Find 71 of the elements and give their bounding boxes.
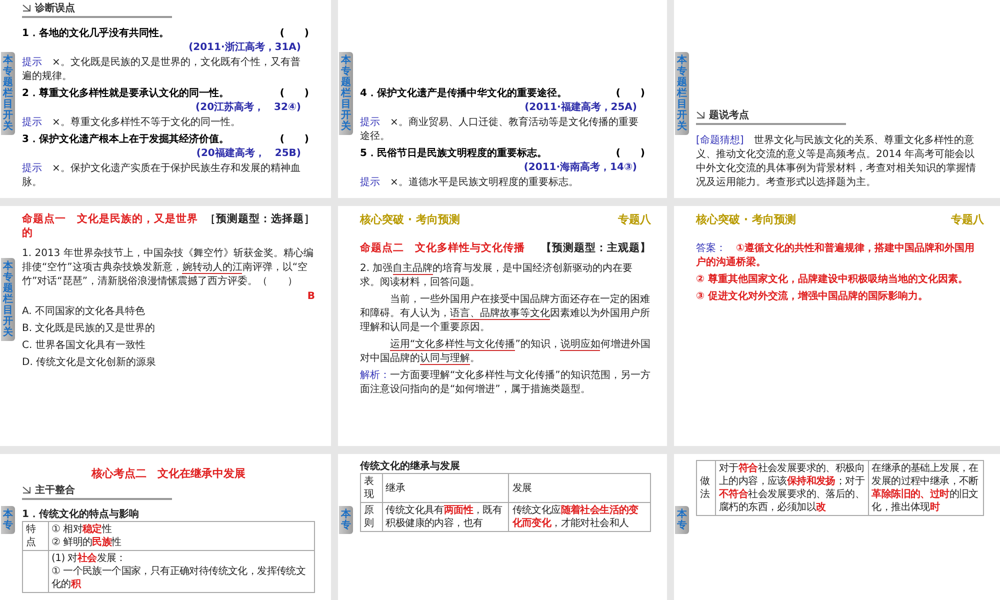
slide-card[interactable]: 本专题栏目开关 题说考点 [命题猜想] 世界文化与民族文化的关系、尊重文化多样性的意义、推动文化交流的意义等是高频考点。2014 年高考可能会以中外文化交流的具体事例为背景材料，考查对相关知识的掌握情况及运用能力。考查形式以选择题为主。 <box>674 0 1000 198</box>
table-cell: 做法 <box>696 460 716 516</box>
answer-option: C. 世界各国文化具有一致性 <box>22 337 315 354</box>
paragraph: 运用“文化多样性与文化传播”的知识，说明应如何增进外国对中国品牌的认同与理解。 <box>360 338 651 366</box>
table-cell <box>22 550 48 592</box>
topic-title: 命题点一 文化是民族的，又是世界的 <box>22 212 199 240</box>
question-text: 1．各地的文化几乎没有共同性。 <box>22 26 169 41</box>
slide-heading: 核心考点二 文化在继承中发展 <box>90 466 246 481</box>
table-cell: 对于符合社会发展要求的、积极向上的内容，应该保持和发扬；对于 不符合社会发展要求的、落后的、腐朽的东西，必须加以改 <box>716 460 868 516</box>
question-text: 4．保护文化遗产是传播中华文化的重要途径。 <box>360 86 567 101</box>
source-citation: (2011·福建高考，25A) <box>524 101 638 115</box>
slide-card[interactable] <box>338 206 667 446</box>
source-citation: (2011·海南高考，14③) <box>522 161 638 175</box>
slide-card[interactable]: 本专 做法 对于符合社会发展要求的、积极向上的内容，应该保持和发扬；对于 不符合社会发展要求的、落后的、腐朽的东西，必须加以改 在继承的基础上发展，在发展的过程中继承，不断 革除陈旧的、过时的旧文化，推出体现时 <box>674 454 1000 600</box>
source-citation: (20江苏高考， 32④) <box>194 101 302 115</box>
slide-card[interactable]: 本专 核心考点二 文化在继承中发展 主干整合 1．传统文化的特点与影响 特点 ① 相对稳定性 ② 鲜明的民族性 (1) 对社会发展： ① 一个民族一个国家，只有正确对待传统文化，发挥传统文化的积 <box>0 454 331 600</box>
slide-card[interactable]: 本专 传统文化的继承与发展 表现 继承 发展 原则 传统文化具有两面性，既有积极健康的内容，也有 传统文化应随着社会生活的变化而变化，才能对社会和人 <box>338 454 667 600</box>
table-cell: 发展 <box>508 474 650 502</box>
chapter-label: 专题八 <box>951 212 984 227</box>
answer-mark: B <box>306 291 315 303</box>
paragraph: [命题猜想] 世界文化与民族文化的关系、尊重文化多样性的意义、推动文化交流的意义等是高频考点。2014 年高考可能会以中外文化交流的具体事例为背景材料，考查对相关知识的掌握情况及运用能力。考查形式以选择题为主。 <box>696 134 977 190</box>
paragraph: 2. 加强自主品牌的培育与发展，是中国经济创新驱动的内在要求。阅读材料，回答问题。 <box>360 262 634 290</box>
corner-icon <box>22 4 31 12</box>
table-cell: 传统文化具有两面性，既有积极健康的内容，也有 <box>382 502 509 532</box>
topic-title: 命题点二 文化多样性与文化传播 <box>360 241 525 255</box>
section-title: 主干整合 <box>35 483 75 497</box>
paragraph: 1. 2013 年世界杂技节上，中国杂技《舞空竹》斩获金奖。精心编排使“空竹”这项古典杂技焕发新意，婉转动人的江南评弹，以“空竹”对话“琵琶”，清新脱俗浪漫情愫震撼了西方评委。（ ） <box>22 247 314 289</box>
answer-option: B. 文化既是民族的又是世界的 <box>22 320 315 337</box>
table-cell: 继承 <box>382 474 509 502</box>
table-title: 1．传统文化的特点与影响 <box>22 508 140 521</box>
corner-icon <box>22 486 31 494</box>
table-cell: 传统文化应随着社会生活的变化而变化，才能对社会和人 <box>508 502 650 532</box>
question-text: 5．民俗节日是民族文明程度的重要标志。 <box>360 146 547 161</box>
table-title: 传统文化的继承与发展 <box>360 460 461 473</box>
table-cell: 原则 <box>360 502 382 532</box>
paragraph: 提示 ×。商业贸易、人口迁徙、教育活动等是文化传播的重要途径。 <box>360 116 640 144</box>
question-text: 2．尊重文化多样性就是要承认文化的同一性。 <box>22 86 229 101</box>
paragraph: ② 尊重其他国家文化，品牌建设中积极吸纳当地的文化因素。 <box>696 273 969 287</box>
answer-brackets: ( ) <box>280 133 309 147</box>
question-type: ［预测题型：选择题］ <box>205 212 315 227</box>
source-citation: (2011·浙江高考，31A) <box>188 41 302 55</box>
answer-option: A. 不同国家的文化各具特色 <box>22 303 315 320</box>
paragraph: 答案： ①遵循文化的共性和普遍规律，搭建中国品牌和外国用户的沟通桥梁。 <box>696 242 976 270</box>
table-cell: 在继承的基础上发展，在发展的过程中继承，不断 革除陈旧的、过时的旧文化，推出体现时 <box>868 460 984 516</box>
question-type: 【预测题型：主观题】 <box>541 241 651 255</box>
section-title: 题说考点 <box>709 108 749 122</box>
slide-header-title: 核心突破 · 考向预测 <box>696 212 796 227</box>
paragraph: 解析：一方面要理解“文化多样性与文化传播”的知识范围，另一方面注意设问指向的是“如何增进”，属于措施类题型。 <box>360 369 651 397</box>
paragraph: 提示 ×。保护文化遗产实质在于保护民族生存和发展的精神血脉。 <box>22 162 302 190</box>
corner-icon <box>696 111 705 119</box>
table-cell: 表现 <box>360 474 382 502</box>
slide-header-title: 核心突破 · 考向预测 <box>360 212 460 227</box>
answer-brackets: ( ) <box>616 147 645 161</box>
question-text: 3．保护文化遗产根本上在于发掘其经济价值。 <box>22 132 229 147</box>
slide-card[interactable] <box>0 0 331 198</box>
table-cell: (1) 对社会发展： ① 一个民族一个国家，只有正确对待传统文化，发挥传统文化的积 <box>48 550 314 592</box>
answer-brackets: ( ) <box>280 27 309 41</box>
paragraph: 提示 ×。文化既是民族的又是世界的，文化既有个性，又有普遍的规律。 <box>22 56 302 84</box>
slide-card[interactable]: 核心突破 · 考向预测 专题八 答案： ①遵循文化的共性和普遍规律，搭建中国品牌和外国用户的沟通桥梁。 ② 尊重其他国家文化，品牌建设中积极吸纳当地的文化因素。 ③ 促进文化对外交流，增强中国品牌的国际影响力。 <box>674 206 1000 446</box>
chapter-label: 专题八 <box>618 212 651 227</box>
paragraph: ③ 促进文化对外交流，增强中国品牌的国际影响力。 <box>696 290 929 304</box>
answer-brackets: ( ) <box>616 87 645 101</box>
paragraph: 当前，一些外国用户在接受中国品牌方面还存在一定的困难和障碍。有人认为，语言、品牌故事等文化因素难以为外国用户所理解和认同是一个重要原因。 <box>360 293 651 335</box>
table-cell: 特点 <box>22 522 48 550</box>
section-title: 诊断误点 <box>35 2 75 15</box>
paragraph: 提示 ×。道德水平是民族文明程度的重要标志。 <box>360 176 580 190</box>
paragraph: 提示 ×。尊重文化多样性不等于文化的同一性。 <box>22 116 242 130</box>
table-cell: ① 相对稳定性 ② 鲜明的民族性 <box>48 522 314 550</box>
answer-brackets: ( ) <box>280 87 309 101</box>
source-citation: (20福建高考， 25B) <box>195 147 302 161</box>
answer-option: D. 传统文化是文化创新的源泉 <box>22 354 315 371</box>
